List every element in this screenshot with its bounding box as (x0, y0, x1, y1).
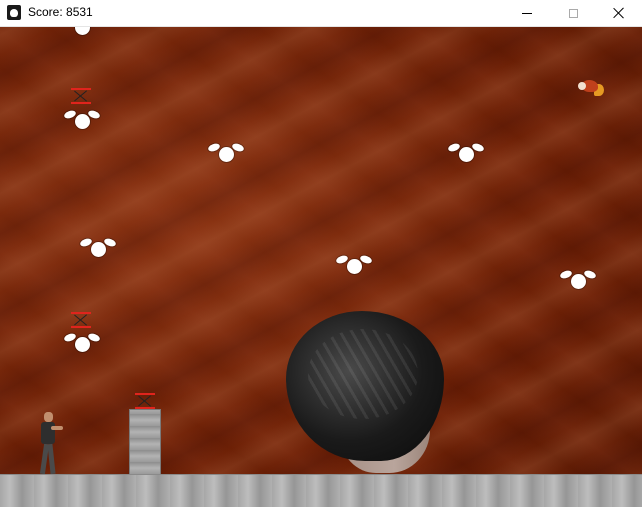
skull-enemy (63, 332, 101, 354)
hourglass-pickup (71, 88, 91, 104)
maximize-button[interactable] (550, 0, 596, 26)
skull-enemy (335, 254, 373, 276)
skull-enemy (207, 142, 245, 164)
skull-enemy (63, 109, 101, 131)
maximize-icon (568, 8, 578, 18)
game-window: Score: 8531 (0, 0, 642, 507)
minimize-button[interactable] (504, 0, 550, 26)
player-character (34, 412, 63, 475)
close-button[interactable] (596, 0, 642, 26)
minimize-icon (522, 12, 532, 14)
skull-enemy (447, 142, 485, 164)
skull-enemy (559, 269, 597, 291)
hourglass-pickup (71, 312, 91, 328)
hourglass-pickup (135, 393, 155, 409)
skull-enemy (64, 27, 100, 37)
skull-enemy (79, 237, 117, 259)
skull-app-icon (7, 5, 21, 20)
game-canvas[interactable] (0, 27, 642, 507)
close-icon (613, 7, 625, 19)
giant-head-boss (286, 311, 448, 477)
stone-ground (0, 474, 642, 507)
window-title: Score: 8531 (28, 5, 93, 19)
bird-enemy (576, 76, 606, 98)
stone-pillar (129, 409, 161, 475)
title-bar: Score: 8531 (0, 0, 642, 27)
